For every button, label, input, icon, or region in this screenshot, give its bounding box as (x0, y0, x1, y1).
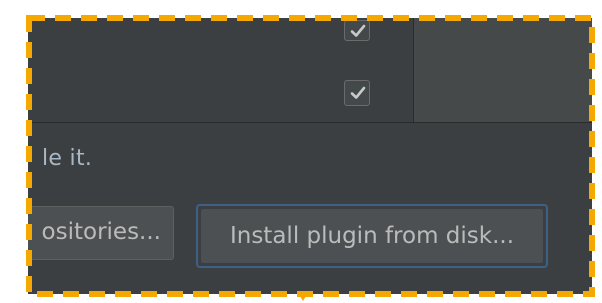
footer-divider (28, 122, 592, 123)
plugin-details-panel (414, 18, 592, 122)
plugin-enabled-checkbox[interactable] (344, 20, 370, 41)
plugin-list (28, 18, 413, 122)
browse-repositories-button[interactable]: ositories... (28, 206, 174, 260)
browse-repositories-label: ositories... (41, 219, 161, 245)
plugins-dialog-panel: le it. ositories... Install plugin from … (28, 18, 592, 294)
plugin-enabled-checkbox[interactable] (344, 80, 370, 106)
screenshot-crop: le it. ositories... Install plugin from … (0, 0, 602, 303)
checkmark-icon (350, 86, 366, 99)
install-plugin-from-disk-button[interactable]: Install plugin from disk... (196, 204, 548, 268)
hint-text: le it. (42, 146, 93, 171)
install-plugin-from-disk-label: Install plugin from disk... (229, 222, 515, 249)
checkmark-icon (350, 24, 366, 37)
